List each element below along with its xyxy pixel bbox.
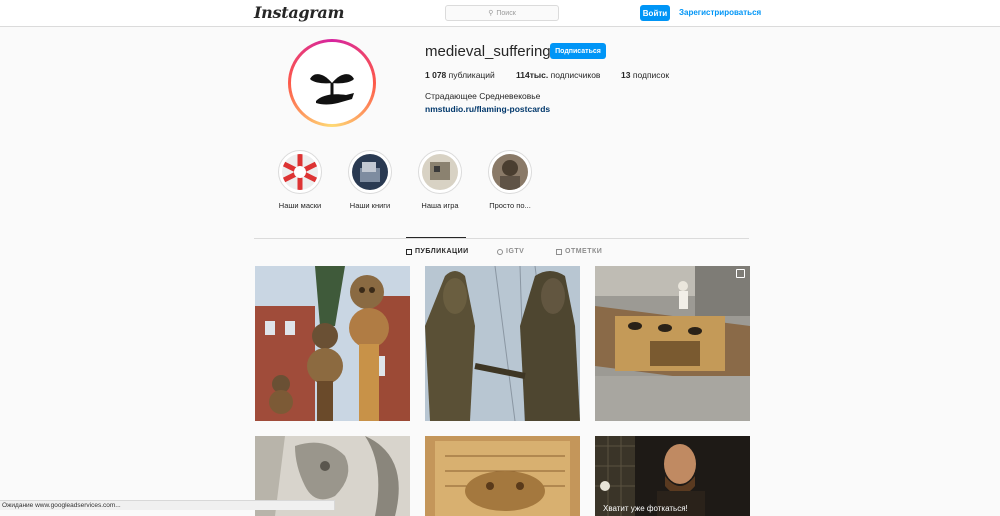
- post-image: [255, 266, 410, 421]
- top-nav-bar: Instagram ⚲ Поиск Войти Зарегистрировать…: [0, 0, 1000, 27]
- tabs-divider: [254, 238, 749, 239]
- post-thumbnail[interactable]: Хватит уже фоткаться!: [595, 436, 750, 516]
- search-input[interactable]: ⚲ Поиск: [445, 5, 559, 21]
- followers-count: 114тыс.: [516, 70, 549, 80]
- browser-status-bar: Ожидание www.googleadservices.com...: [0, 500, 335, 510]
- post-thumbnail[interactable]: [425, 436, 580, 516]
- highlight-image: [352, 154, 388, 190]
- highlight-ring: [348, 150, 392, 194]
- highlight-ring: [488, 150, 532, 194]
- profile-username: medieval_suffering: [425, 43, 551, 60]
- posts-label: публикаций: [448, 70, 495, 80]
- tab-igtv[interactable]: IGTV: [497, 248, 524, 255]
- carousel-icon: [736, 269, 745, 278]
- login-button[interactable]: Войти: [640, 5, 670, 21]
- following-stat[interactable]: 13 подписок: [621, 70, 669, 80]
- posts-count-stat: 1 078 публикаций: [425, 70, 495, 80]
- follow-button[interactable]: Подписаться: [550, 43, 606, 59]
- post-thumbnail[interactable]: [425, 266, 580, 421]
- followers-label: подписчиков: [550, 70, 601, 80]
- post-caption: Хватит уже фоткаться!: [603, 504, 688, 513]
- plant-hand-logo-icon: [310, 74, 354, 105]
- tab-tagged[interactable]: ОТМЕТКИ: [556, 248, 602, 255]
- profile-bio-link[interactable]: nmstudio.ru/flaming-postcards: [425, 104, 550, 114]
- highlight-label: Просто по...: [489, 201, 531, 210]
- post-thumbnail[interactable]: [255, 266, 410, 421]
- highlight-masks[interactable]: Наши маски: [270, 150, 330, 210]
- tab-posts[interactable]: ПУБЛИКАЦИИ: [406, 248, 469, 255]
- post-image: [425, 266, 580, 421]
- highlight-game[interactable]: Наша игра: [410, 150, 470, 210]
- instagram-logo[interactable]: Instagram: [254, 3, 344, 22]
- profile-avatar-ring[interactable]: [288, 39, 376, 127]
- post-image: [425, 436, 580, 516]
- register-link[interactable]: Зарегистрироваться: [679, 8, 761, 17]
- highlight-image: [282, 154, 318, 190]
- igtv-icon: [497, 248, 503, 255]
- grid-icon: [406, 248, 412, 255]
- highlight-image: [492, 154, 528, 190]
- post-image: [595, 266, 750, 421]
- highlight-ring: [278, 150, 322, 194]
- search-placeholder: Поиск: [496, 9, 516, 17]
- tab-label: ОТМЕТКИ: [565, 248, 603, 255]
- tag-icon: [556, 248, 562, 255]
- highlight-label: Наша игра: [421, 201, 459, 210]
- posts-count: 1 078: [425, 70, 447, 80]
- highlight-misc[interactable]: Просто по...: [480, 150, 540, 210]
- following-count: 13: [621, 70, 631, 80]
- active-tab-indicator: [406, 237, 466, 238]
- highlight-label: Наши маски: [278, 201, 322, 210]
- tab-label: ПУБЛИКАЦИИ: [415, 248, 469, 255]
- tab-label: IGTV: [506, 248, 525, 255]
- post-thumbnail[interactable]: [595, 266, 750, 421]
- highlight-books[interactable]: Наши книги: [340, 150, 400, 210]
- highlight-label: Наши книги: [349, 201, 391, 210]
- highlight-image: [422, 154, 458, 190]
- search-icon: ⚲: [488, 10, 494, 17]
- highlight-ring: [418, 150, 462, 194]
- profile-full-name: Страдающее Средневековье: [425, 91, 541, 101]
- avatar[interactable]: [291, 42, 373, 124]
- followers-stat[interactable]: 114тыс. подписчиков: [516, 70, 600, 80]
- following-label: подписок: [632, 70, 670, 80]
